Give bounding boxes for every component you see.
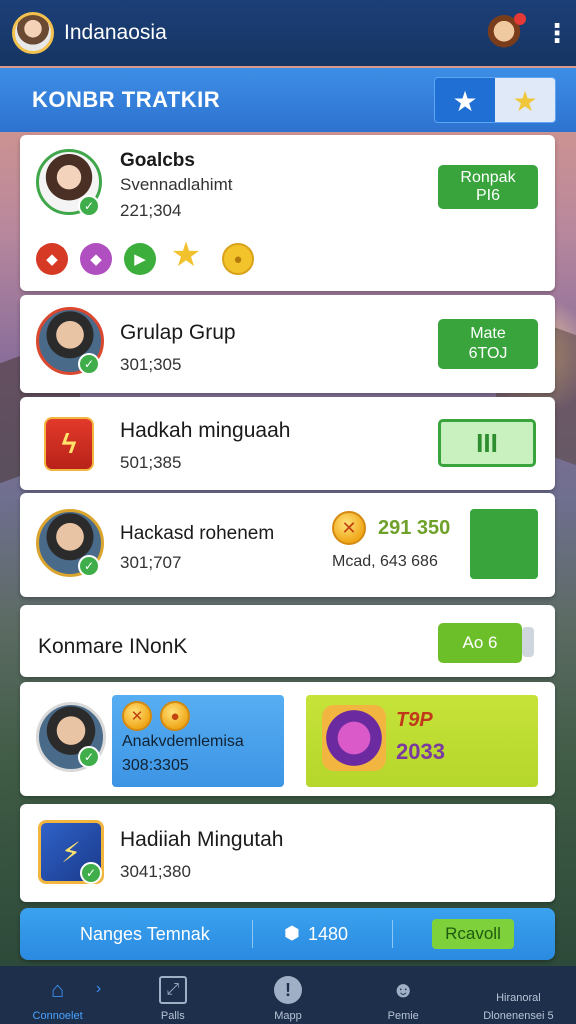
promo-top-text: T9P	[396, 709, 433, 731]
more-options-icon[interactable]: ⋮	[544, 20, 570, 46]
info-icon: !	[274, 976, 302, 1004]
mate-button-line2: 6TOJ	[468, 345, 508, 362]
ao-button[interactable]: Ao 6	[438, 623, 522, 663]
claim-button-line1: Ronpak	[460, 169, 516, 186]
star-filled-icon[interactable]: ★	[435, 78, 495, 122]
promo-title: Anakvdemlemisa	[122, 733, 244, 750]
section-banner: KONBR TRATKIR ★ ★	[0, 68, 576, 132]
bottom-nav: ⌂ Connoelet › ⤢ Palls ! Mapp ☻ Pemie Hir…	[0, 966, 576, 1024]
coin-x-icon: ✕	[122, 701, 152, 731]
card-stat: 221;304	[120, 201, 182, 220]
nav-label: Palls	[160, 1010, 185, 1022]
nav-top-label: Hiranoral	[496, 992, 541, 1004]
home-icon: ⌂	[50, 977, 65, 1002]
promo-bottom-text: 2033	[396, 739, 445, 764]
promo-card[interactable]: ✓ ✕ ● Anakvdemlemisa 308:3305 T9P 2033	[20, 682, 555, 796]
divider	[392, 920, 393, 948]
star-badge-icon: ★	[170, 236, 202, 274]
favorite-toggle-group: ★ ★	[434, 77, 556, 123]
verified-icon: ✓	[78, 746, 100, 768]
verified-icon: ✓	[78, 555, 100, 577]
card-title: Hadkah minguaah	[120, 419, 291, 442]
reward-bar-label: Nanges Temnak	[80, 924, 210, 944]
verified-icon: ✓	[80, 862, 102, 884]
game-character-icon	[322, 705, 386, 771]
card-stat: 501;385	[120, 453, 182, 472]
scroll-handle[interactable]	[522, 627, 534, 657]
chevron-right-icon: ›	[95, 980, 102, 997]
user-avatar[interactable]	[12, 12, 54, 54]
recall-button[interactable]: Rcavoll	[432, 919, 514, 949]
card-title: Grulap Grup	[120, 321, 236, 344]
mate-button-line1: Mate	[470, 325, 506, 342]
card-title: Hadiiah Mingutah	[120, 828, 284, 851]
map-icon: ⤢	[158, 976, 187, 1004]
mascot-notification-icon[interactable]	[486, 13, 526, 51]
bars-button[interactable]: III	[438, 419, 536, 467]
reward-bar: Nanges Temnak ⬢ 1480 Rcavoll	[20, 908, 555, 960]
nav-item-profile[interactable]: ☻ Pemie	[346, 966, 461, 1024]
verified-icon: ✓	[78, 195, 100, 217]
banner-title: KONBR TRATKIR	[32, 87, 221, 112]
action-square-button[interactable]	[470, 509, 538, 579]
nav-item-settings[interactable]: Hiranoral Dlonenensei 5	[461, 966, 576, 1024]
gem-badge-icon: ◆	[80, 243, 112, 275]
divider	[252, 920, 253, 948]
profile-icon: ☻	[391, 977, 415, 1002]
gem-icon: ⬢	[284, 923, 300, 943]
verified-icon: ✓	[78, 353, 100, 375]
coin-x-icon: ✕	[332, 511, 366, 545]
top-bar: Indanaosia ⋮	[0, 0, 576, 66]
nav-item-palls[interactable]: ⤢ Palls	[115, 966, 230, 1024]
card-stat: 3041;380	[120, 862, 191, 881]
score-subtext: Mcad, 643 686	[332, 553, 438, 570]
coin-stack-icon: ●	[160, 701, 190, 731]
list-card[interactable]: ⚡ ✓ Hadiiah Mingutah 3041;380	[20, 804, 555, 902]
card-subtitle: Svennadlahimt	[120, 175, 233, 194]
card-title: Goalcbs	[120, 150, 195, 171]
nav-label: Mapp	[274, 1010, 302, 1022]
nav-label: Connoelet	[32, 1010, 83, 1022]
nav-item-home[interactable]: ⌂ Connoelet ›	[0, 966, 115, 1024]
mate-button[interactable]: Mate 6TOJ	[438, 319, 538, 369]
shield-badge-icon: ◆	[36, 243, 68, 275]
star-outline-icon[interactable]: ★	[495, 78, 555, 122]
nav-label: Pemie	[387, 1010, 419, 1022]
claim-button[interactable]: Ronpak PI6	[438, 165, 538, 209]
section-title: Konmare INonK	[38, 635, 188, 658]
section-card: Konmare INonK Ao 6	[20, 605, 555, 677]
list-card[interactable]: ✓ Goalcbs Svennadlahimt 221;304 ◆ ◆ ▶ ★ …	[20, 135, 555, 291]
nav-item-mapp[interactable]: ! Mapp	[230, 966, 345, 1024]
score-value: 291 350	[378, 517, 451, 539]
promo-panel-blue[interactable]: ✕ ● Anakvdemlemisa 308:3305	[112, 695, 284, 787]
reward-amount: 1480	[308, 924, 349, 944]
list-card[interactable]: ✓ Grulap Grup 301;305 Mate 6TOJ	[20, 295, 555, 393]
play-badge-icon: ▶	[124, 243, 156, 275]
app-title: Indanaosia	[64, 21, 167, 44]
promo-panel-lime[interactable]: T9P 2033	[306, 695, 538, 787]
card-title: Hackasd rohenem	[120, 523, 275, 544]
card-stat: 301;707	[120, 553, 182, 572]
claim-button-line2: PI6	[475, 187, 500, 204]
promo-stat: 308:3305	[122, 757, 189, 774]
list-card[interactable]: ϟ Hadkah minguaah 501;385 III	[20, 397, 555, 490]
card-stat: 301;305	[120, 355, 182, 374]
nav-label: Dlonenensei 5	[483, 1010, 554, 1022]
coin-badge-icon: ●	[222, 243, 254, 275]
lightning-app-icon: ϟ	[44, 417, 94, 471]
list-card[interactable]: ✓ Hackasd rohenem 301;707 ✕ 291 350 Mcad…	[20, 493, 555, 597]
